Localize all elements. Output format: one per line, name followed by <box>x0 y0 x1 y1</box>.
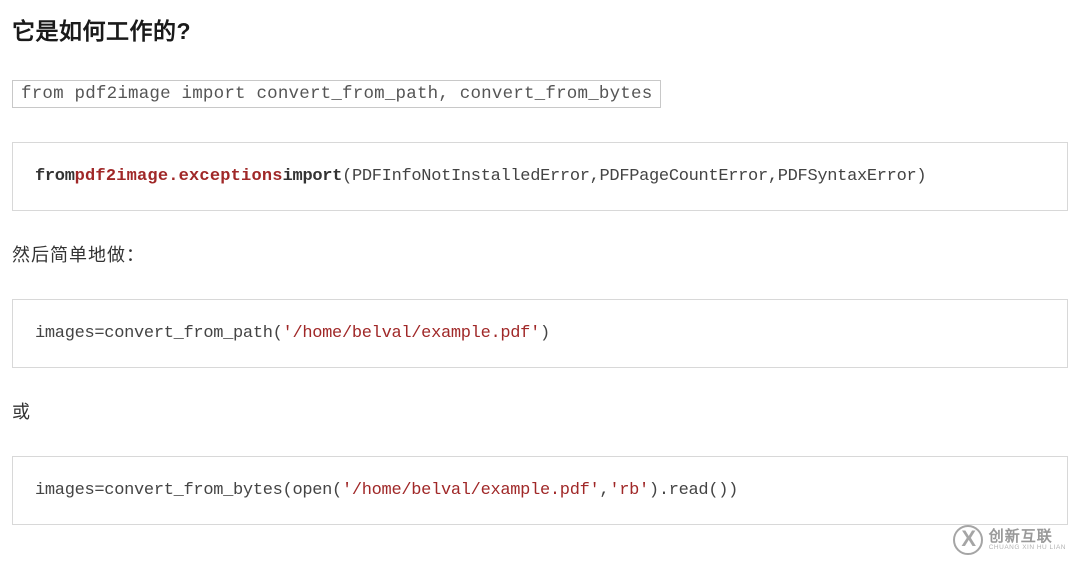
code-prefix: images=convert_from_bytes(open( <box>35 481 342 500</box>
section-heading: 它是如何工作的? <box>12 12 1068 46</box>
logo-english: CHUANG XIN HU LIAN <box>989 545 1066 552</box>
logo-text: 创新互联 CHUANG XIN HU LIAN <box>989 529 1066 552</box>
code-block-import2: frompdf2image.exceptionsimport(PDFInfoNo… <box>12 142 1068 211</box>
code-block-convert-path: images=convert_from_path('/home/belval/e… <box>12 299 1068 368</box>
comma: , <box>599 481 609 500</box>
string-literal: '/home/belval/example.pdf' <box>283 324 540 343</box>
string-literal: '/home/belval/example.pdf' <box>342 481 599 500</box>
module-name: pdf2image.exceptions <box>75 167 283 186</box>
code-block-convert-bytes: images=convert_from_bytes(open('/home/be… <box>12 456 1068 525</box>
text-or: 或 <box>12 398 1068 424</box>
logo-chinese: 创新互联 <box>989 529 1066 544</box>
string-literal-mode: 'rb' <box>609 481 649 500</box>
logo-icon: X <box>953 525 983 555</box>
watermark-logo: X 创新互联 CHUANG XIN HU LIAN <box>953 525 1066 555</box>
logo-x-letter: X <box>961 528 974 550</box>
code-suffix: ) <box>540 324 550 343</box>
text-then: 然后简单地做： <box>12 241 1068 267</box>
keyword-from: from <box>35 167 75 186</box>
keyword-import: import <box>283 167 342 186</box>
code-block-import1: from pdf2image import convert_from_path,… <box>12 80 661 108</box>
code-prefix: images=convert_from_path( <box>35 324 283 343</box>
code-suffix: ).read()) <box>649 481 738 500</box>
import-items: (PDFInfoNotInstalledError,PDFPageCountEr… <box>342 167 926 186</box>
